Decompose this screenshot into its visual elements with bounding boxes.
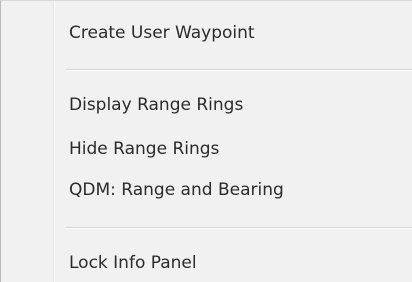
menu-item-create-user-waypoint[interactable]: Create User Waypoint xyxy=(55,16,412,50)
menu-item-qdm-range-and-bearing[interactable]: QDM: Range and Bearing xyxy=(55,173,412,207)
menu-item-lock-info-panel[interactable]: Lock Info Panel xyxy=(55,246,412,280)
menu-icon-gutter xyxy=(1,1,51,282)
context-menu: Create User Waypoint Display Range Rings… xyxy=(0,0,412,282)
menu-item-hide-range-rings[interactable]: Hide Range Rings xyxy=(55,132,412,166)
menu-separator xyxy=(65,227,412,229)
menu-separator xyxy=(65,69,412,71)
menu-item-display-range-rings[interactable]: Display Range Rings xyxy=(55,88,412,122)
